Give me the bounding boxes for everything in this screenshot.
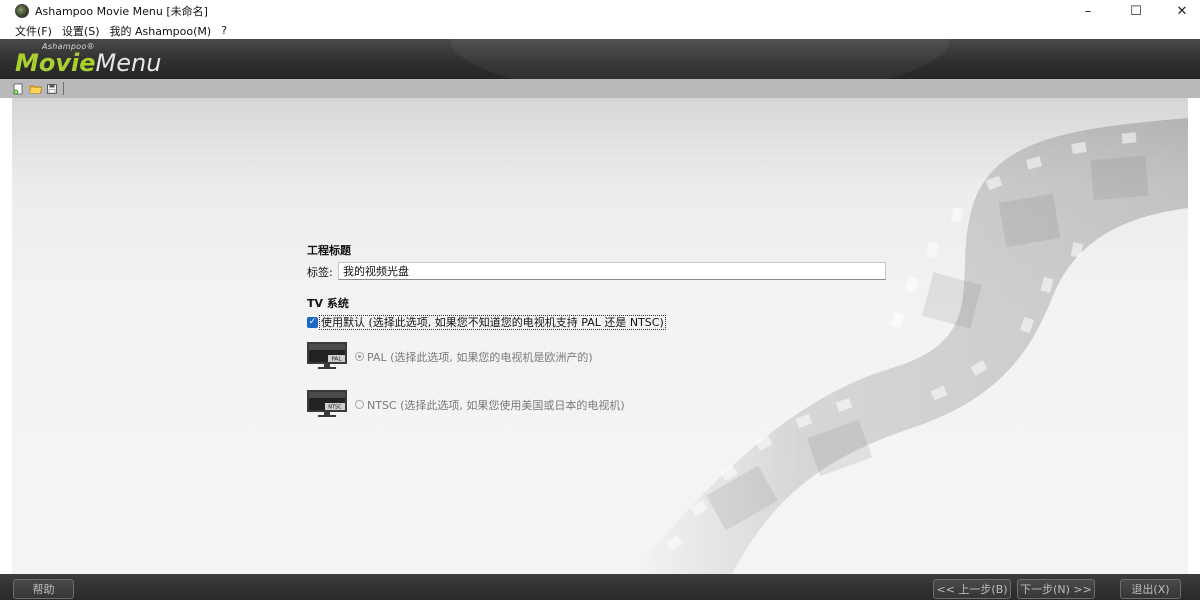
- brand-logo-movie: Movie: [15, 49, 96, 77]
- ntsc-badge: NTSC: [328, 405, 342, 411]
- brand-logo: MovieMenu: [15, 49, 161, 77]
- project-label-caption: 标签:: [307, 266, 333, 279]
- window-controls: – ☐ ✕: [1070, 0, 1200, 22]
- project-settings-form: 工程标题 标签: TV 系统 ✓ 使用默认 (选择此选项, 如果您不知道您的电视…: [307, 98, 907, 574]
- maximize-button[interactable]: ☐: [1118, 0, 1154, 22]
- minimize-button[interactable]: –: [1070, 0, 1106, 22]
- project-label-input[interactable]: [338, 262, 886, 280]
- pal-badge: PAL: [332, 357, 343, 363]
- project-title-heading: 工程标题: [307, 244, 351, 257]
- menu-help[interactable]: ?: [216, 24, 232, 37]
- brand-banner: Ashampoo® MovieMenu: [0, 39, 1200, 79]
- use-default-label[interactable]: 使用默认 (选择此选项, 如果您不知道您的电视机支持 PAL 还是 NTSC): [319, 315, 666, 330]
- pal-tv-icon: PAL: [307, 342, 347, 369]
- new-project-icon[interactable]: [11, 82, 25, 95]
- brand-logo-menu: Menu: [95, 49, 162, 77]
- exit-button[interactable]: 退出(X): [1120, 579, 1181, 599]
- menu-bar: 文件(F) 设置(S) 我的 Ashampoo(M) ?: [0, 22, 1200, 39]
- save-icon[interactable]: [45, 82, 59, 95]
- app-icon: [15, 4, 29, 18]
- window-title: Ashampoo Movie Menu [未命名]: [35, 5, 208, 18]
- next-button[interactable]: 下一步(N) >>: [1017, 579, 1095, 599]
- help-button[interactable]: 帮助: [13, 579, 74, 599]
- tv-system-heading: TV 系统: [307, 297, 349, 310]
- ntsc-radio[interactable]: [355, 400, 364, 409]
- open-folder-icon[interactable]: [28, 82, 42, 95]
- left-strip: [0, 98, 12, 574]
- main-content: 工程标题 标签: TV 系统 ✓ 使用默认 (选择此选项, 如果您不知道您的电视…: [12, 98, 1188, 574]
- bottom-bar: 帮助 << 上一步(B) 下一步(N) >> 退出(X): [0, 574, 1200, 600]
- pal-label[interactable]: PAL (选择此选项, 如果您的电视机是欧洲产的): [367, 349, 593, 365]
- menu-my-ashampoo[interactable]: 我的 Ashampoo(M): [105, 23, 217, 39]
- back-button[interactable]: << 上一步(B): [933, 579, 1011, 599]
- close-button[interactable]: ✕: [1164, 0, 1200, 22]
- menu-file[interactable]: 文件(F): [10, 23, 57, 39]
- toolbar-separator: [63, 82, 64, 95]
- menu-settings[interactable]: 设置(S): [57, 23, 105, 39]
- use-default-checkbox[interactable]: ✓: [307, 317, 318, 328]
- ntsc-tv-icon: NTSC: [307, 390, 347, 417]
- ntsc-label[interactable]: NTSC (选择此选项, 如果您使用美国或日本的电视机): [367, 397, 625, 413]
- pal-radio[interactable]: [355, 352, 364, 361]
- title-bar: Ashampoo Movie Menu [未命名] – ☐ ✕: [0, 0, 1200, 22]
- toolbar: [0, 79, 1200, 98]
